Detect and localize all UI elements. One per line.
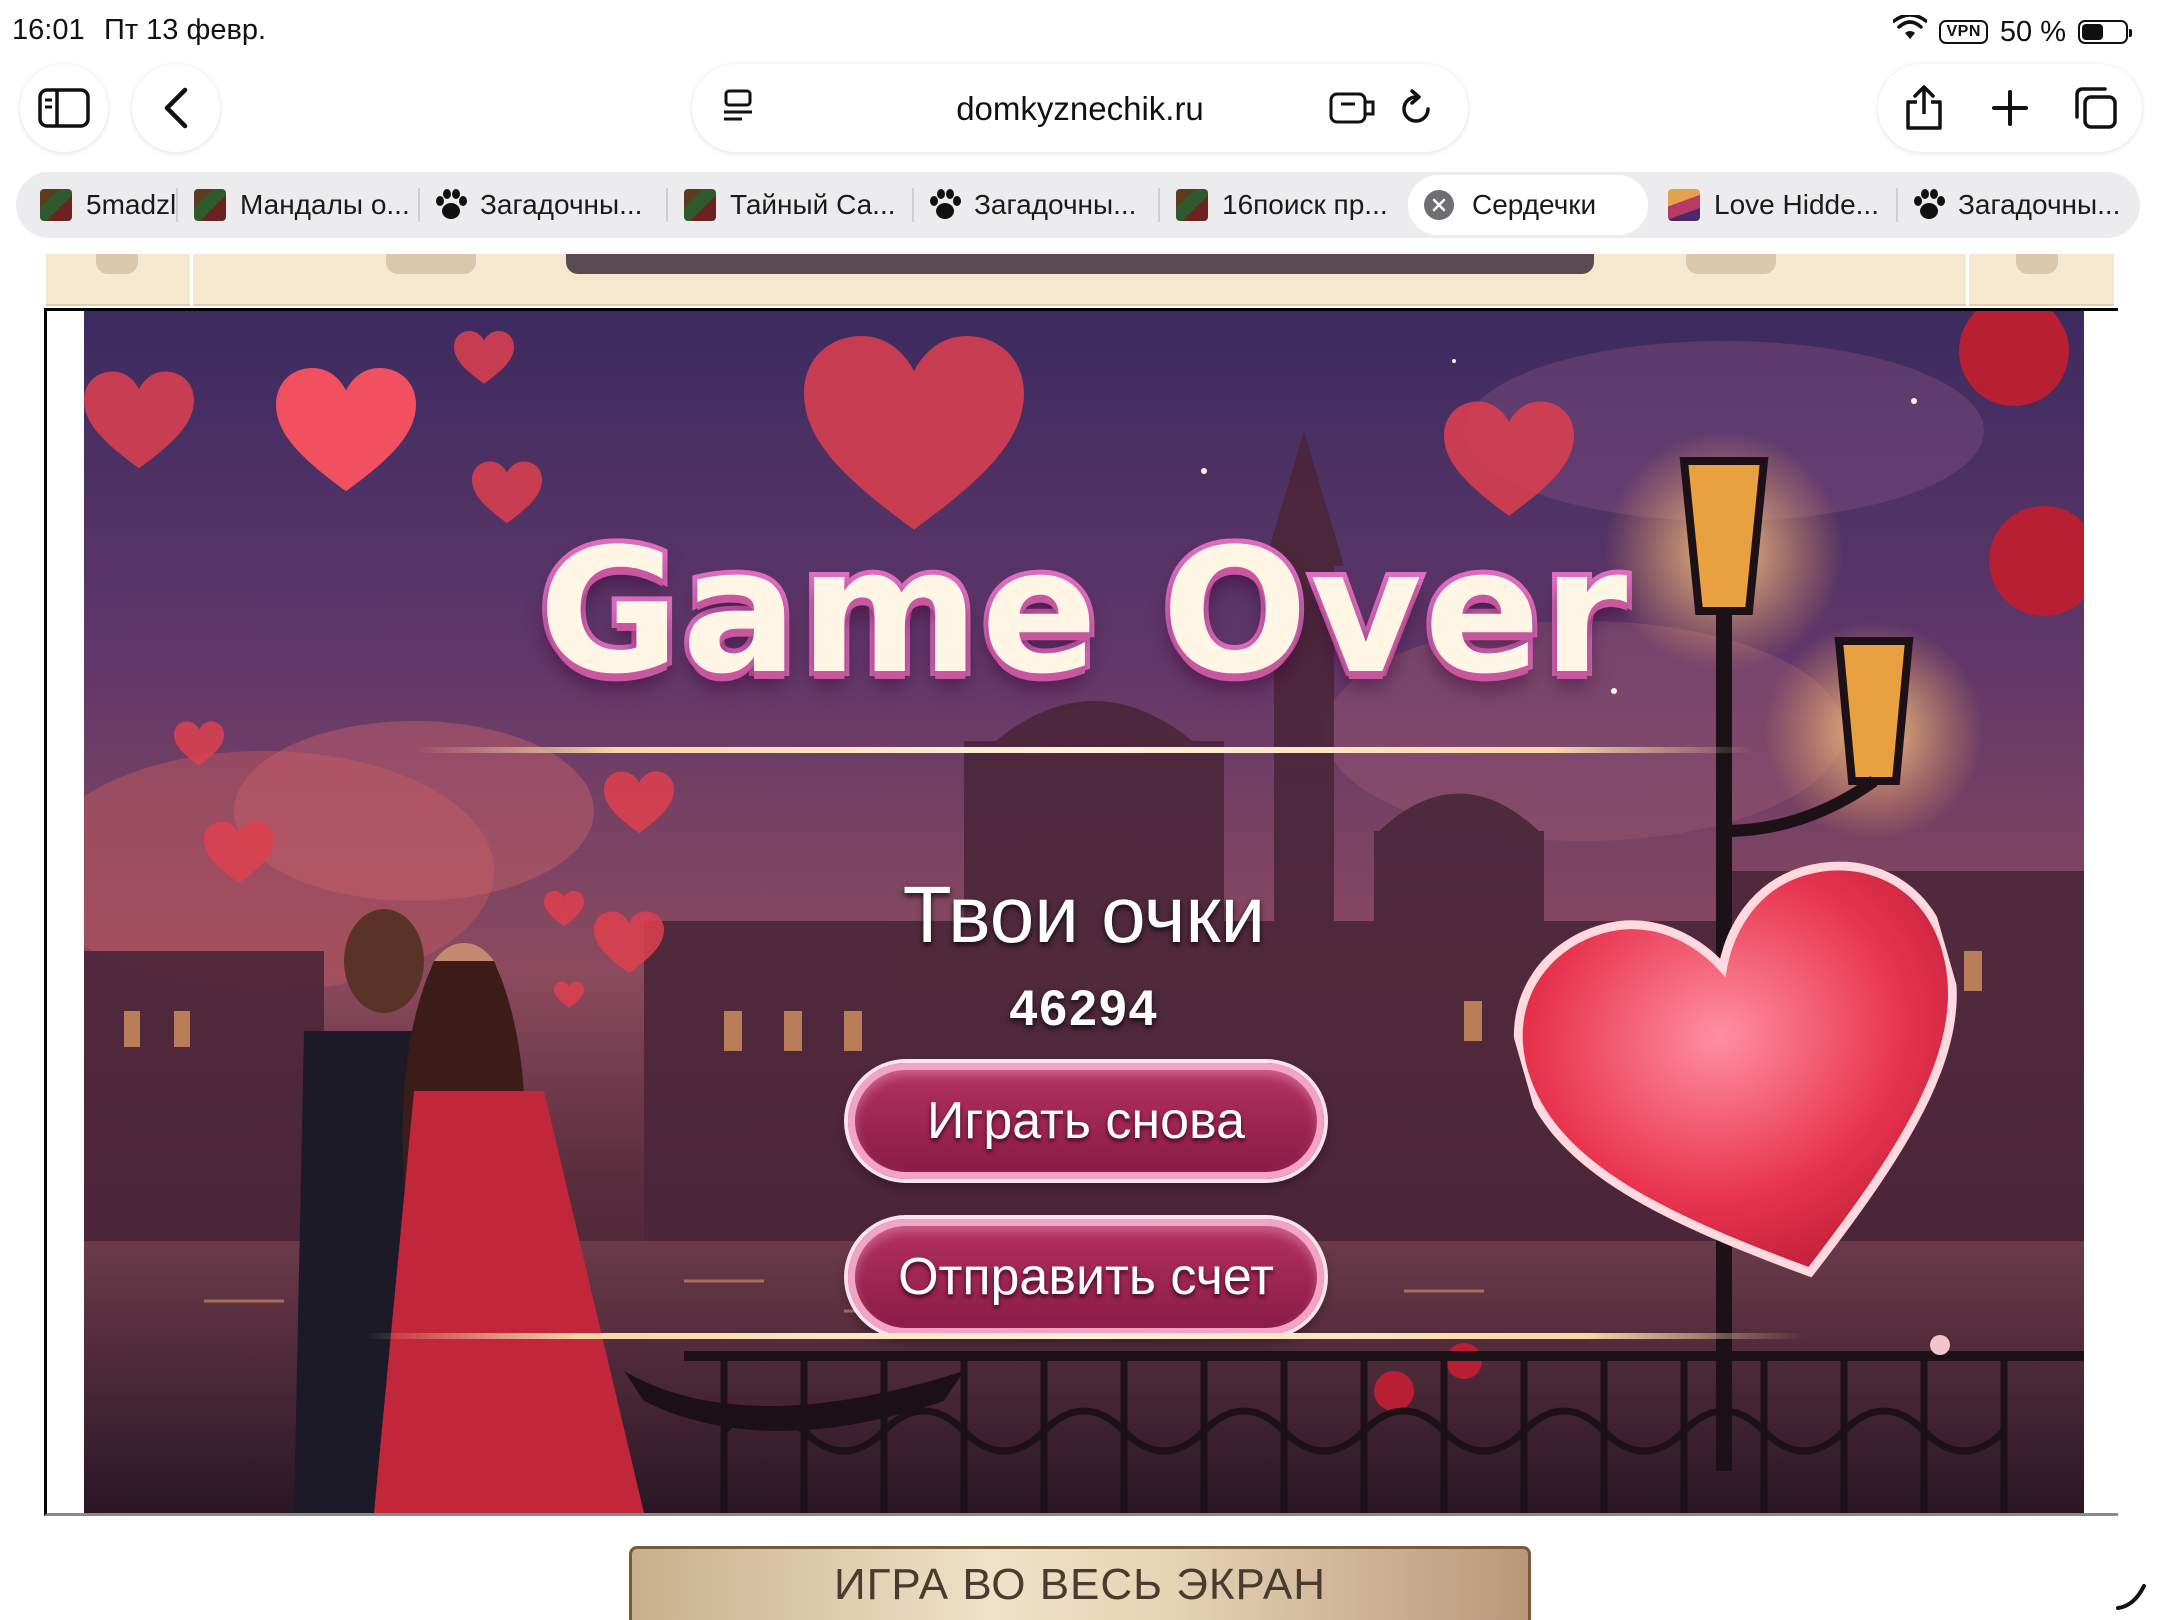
new-tab-icon[interactable] [1986,84,2034,132]
fullscreen-button[interactable]: ИГРА ВО ВЕСЬ ЭКРАН [629,1546,1531,1620]
tab-title: Мандалы о... [240,189,410,220]
tab-title: Загадочны... [480,189,643,220]
back-button[interactable] [132,64,220,152]
strip-toolbar[interactable] [566,254,1594,274]
tab-zagadochny-2[interactable]: Загадочны... [914,172,1158,238]
browser-toolbar: domkyznechik.ru [0,62,2160,166]
grid-favicon-icon [684,189,716,221]
tab-love-hidden[interactable]: Love Hidde... [1652,172,1894,238]
address-bar[interactable]: domkyznechik.ru [692,64,1468,152]
status-indicators: VPN 50 % [1892,12,2132,52]
strip-divider [1966,254,1969,306]
play-again-button[interactable]: Играть снова [848,1063,1324,1179]
tab-tayny-sad[interactable]: Тайный Са... [668,172,912,238]
tab-5madzl[interactable]: 5madzl [24,172,184,238]
score-label: Твои очки [902,870,1266,959]
wifi-icon [1892,13,1929,49]
divider-line [414,747,1754,753]
game-canvas[interactable]: Game Over Твои очки 46294 Играть снова О… [84,311,2084,1513]
strip-control[interactable] [386,254,476,274]
battery-icon [2078,20,2132,44]
love-favicon-icon [1668,189,1700,221]
grid-favicon-icon [40,189,72,221]
tab-zagadochny-1[interactable]: Загадочны... [420,172,664,238]
vpn-badge: VPN [1939,20,1988,44]
strip-control[interactable] [2016,254,2058,274]
tab-title: Загадочны... [974,189,1137,220]
tab-mandaly[interactable]: Мандалы о... [178,172,416,238]
paw-icon [1912,188,1946,222]
screen: 16:01 Пт 13 февр. VPN 50 % domkyznechik.… [0,0,2160,1620]
site-header-strip [46,254,2114,306]
close-icon [1432,198,1446,212]
tab-zagadochny-3[interactable]: Загадочны... [1898,172,2134,238]
tab-title: Сердечки [1472,189,1597,220]
status-time: 16:01 [12,14,85,46]
tab-title: Love Hidde... [1714,189,1879,220]
tab-title: Загадочны... [1958,189,2121,220]
grid-favicon-icon [1176,189,1208,221]
strip-control[interactable] [96,254,138,274]
resize-handle-icon[interactable] [2114,1576,2148,1610]
fullscreen-label: ИГРА ВО ВЕСЬ ЭКРАН [833,1559,1327,1609]
tab-title: Тайный Са... [730,189,896,220]
tab-bar: 5madzl Мандалы о... Загадочны... Тайный … [16,172,2140,238]
status-bar: 16:01 Пт 13 февр. VPN 50 % [0,0,2160,62]
grid-favicon-icon [194,189,226,221]
extension-icon[interactable] [1328,84,1376,132]
submit-score-label: Отправить счет [898,1248,1274,1306]
strip-control[interactable] [1686,254,1776,274]
tabs-overview-icon[interactable] [2072,84,2120,132]
tab-title: 16поиск пр... [1222,189,1388,220]
paw-icon [928,188,962,222]
strip-divider [190,254,193,306]
tab-serdechki[interactable]: Сердечки [1408,175,1648,235]
close-tab-button[interactable] [1424,190,1454,220]
sidebar-icon [38,88,90,128]
battery-level [2082,24,2103,40]
reload-icon[interactable] [1392,84,1440,132]
battery-percent: 50 % [1999,15,2066,48]
status-date: Пт 13 февр. [104,14,267,46]
tab-title: 5madzl [86,189,177,220]
game-over-title: Game Over [534,506,1633,717]
toolbar-actions [1878,64,2142,152]
chevron-left-icon [164,87,188,129]
divider-line [364,1333,1804,1339]
score-value: 46294 [1009,980,1159,1036]
play-again-label: Играть снова [927,1092,1245,1150]
submit-score-button[interactable]: Отправить счет [848,1219,1324,1335]
share-icon[interactable] [1900,84,1948,132]
tab-16poisk[interactable]: 16поиск пр... [1160,172,1404,238]
sidebar-button[interactable] [20,64,108,152]
paw-icon [434,188,468,222]
